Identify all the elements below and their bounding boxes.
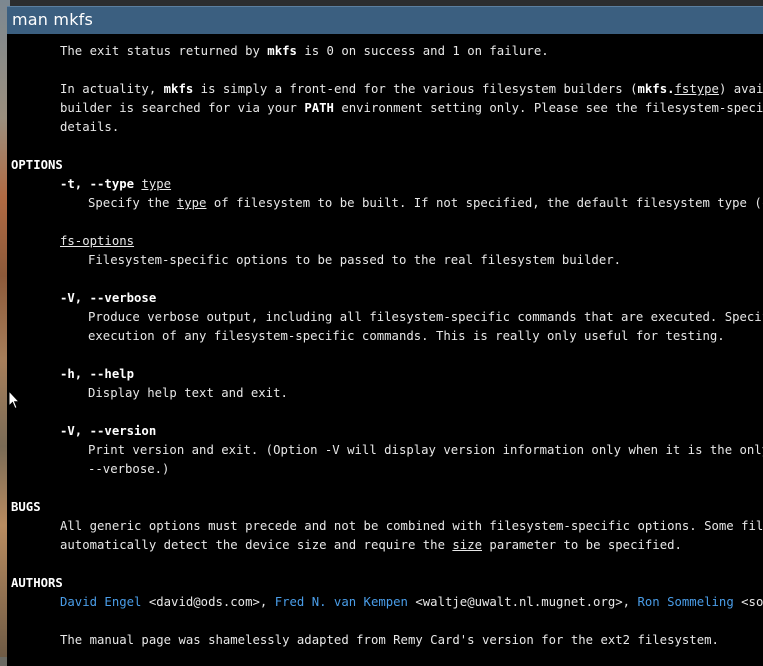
- command-name: mkfs.: [637, 82, 675, 96]
- opt-verbose-flag: -V, --verbose: [60, 291, 157, 305]
- opt-version-flag: -V, --version: [60, 424, 157, 438]
- command-name: mkfs: [267, 44, 297, 58]
- opt-verbose-desc-1: Produce verbose output, including all fi…: [88, 310, 763, 324]
- opt-version-desc-1: Print version and exit. (Option -V will …: [88, 443, 763, 457]
- text-span: Specify the: [88, 196, 177, 210]
- opt-verbose-desc-2: execution of any filesystem-specific com…: [88, 329, 725, 343]
- flag-text: -t, --type: [60, 177, 142, 191]
- text-span: automatically detect the device size and…: [60, 538, 453, 552]
- bugs-line-1: All generic options must precede and not…: [60, 519, 763, 533]
- author-link-fred-van-kempen[interactable]: Fred N. van Kempen: [275, 595, 408, 609]
- actuality-line-1: In actuality, mkfs is simply a front-end…: [60, 80, 763, 99]
- opt-fsoptions-flag: fs-options: [60, 234, 135, 248]
- bugs-line-2: automatically detect the device size and…: [60, 536, 682, 555]
- authors-heading: AUTHORS: [11, 576, 63, 590]
- bugs-heading: BUGS: [11, 500, 41, 514]
- author-email: <sommel@s: [741, 595, 763, 609]
- command-name: mkfs: [163, 82, 194, 96]
- author-link-ron-sommeling[interactable]: Ron Sommeling: [637, 595, 733, 609]
- text-span: builder is searched for via your: [60, 101, 305, 115]
- fstype-arg: fstype: [674, 82, 719, 96]
- opt-version-desc-2: --verbose.): [88, 462, 170, 476]
- opt-help-flag: -h, --help: [60, 367, 135, 381]
- exit-status-line: The exit status returned by mkfs is 0 on…: [60, 42, 549, 61]
- author-email: <david@ods.com>,: [141, 595, 275, 609]
- opt-help-desc: Display help text and exit.: [88, 386, 288, 400]
- author-link-david-engel[interactable]: David Engel: [60, 595, 141, 609]
- text-span: In actuality,: [60, 82, 164, 96]
- text-span: environment setting only. Please see the…: [333, 101, 763, 115]
- flag-arg: type: [141, 177, 172, 191]
- text-span: of filesystem to be built. If not specif…: [206, 196, 763, 210]
- window-title: man mkfs: [12, 10, 94, 29]
- man-page-content[interactable]: The exit status returned by mkfs is 0 on…: [7, 34, 763, 666]
- actuality-line-2: builder is searched for via your PATH en…: [60, 99, 763, 118]
- mouse-pointer-icon: [8, 390, 20, 410]
- author-email: <waltje@uwalt.nl.mugnet.org>,: [407, 595, 638, 609]
- text-span: parameter to be specified.: [482, 538, 682, 552]
- size-arg: size: [452, 538, 483, 552]
- terminal-window[interactable]: man mkfs The exit status returned by mkf…: [7, 6, 763, 666]
- opt-type-desc: Specify the type of filesystem to be bui…: [88, 194, 763, 213]
- opt-type-flag: -t, --type type: [60, 175, 171, 194]
- flag-arg: type: [176, 196, 207, 210]
- path-var: PATH: [304, 101, 334, 115]
- text-span: is simply a front-end for the various fi…: [193, 82, 638, 96]
- options-heading: OPTIONS: [11, 158, 63, 172]
- text-span: is 0 on success and 1 on failure.: [296, 44, 549, 58]
- text-span: ) available: [718, 82, 763, 96]
- authors-line: David Engel <david@ods.com>, Fred N. van…: [60, 593, 763, 612]
- text-span: The exit status returned by: [60, 44, 268, 58]
- window-titlebar[interactable]: man mkfs: [7, 6, 763, 34]
- adapted-line: The manual page was shamelessly adapted …: [60, 633, 719, 647]
- opt-fsoptions-desc: Filesystem-specific options to be passed…: [88, 253, 622, 267]
- actuality-line-3: details.: [60, 120, 120, 134]
